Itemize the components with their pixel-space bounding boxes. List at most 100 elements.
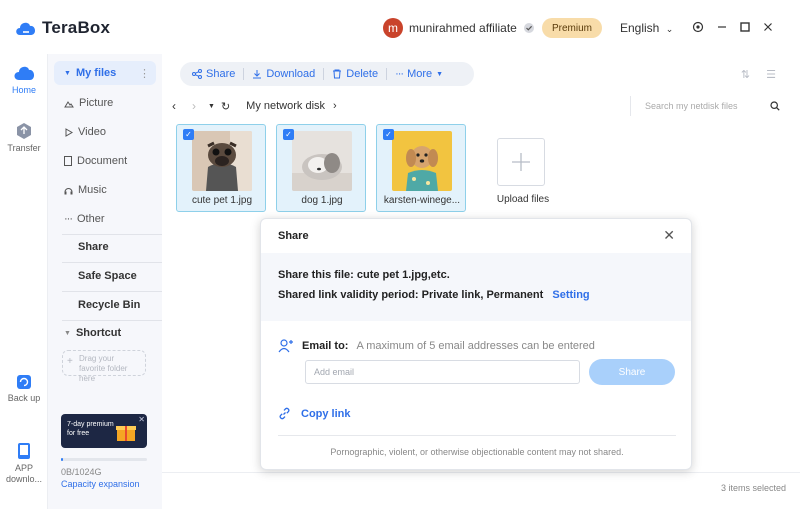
sidebar-item-other[interactable]: ··· Other — [54, 207, 156, 231]
rail-item-app-download[interactable]: APP downlo... — [0, 442, 48, 485]
divider — [386, 68, 388, 80]
email-input[interactable] — [305, 360, 580, 384]
sidebar-item-shortcut[interactable]: ▼ Shortcut — [54, 321, 156, 345]
selection-count: 3 items selected — [720, 483, 786, 493]
app-logo: TeraBox — [14, 18, 110, 38]
upload-files-button[interactable] — [497, 138, 545, 186]
view-options: ⇅ ☰ — [741, 68, 776, 81]
sidebar-item-video[interactable]: Video — [54, 120, 156, 144]
caret-down-icon: ▼ — [436, 70, 444, 78]
file-name: karsten-winege... — [383, 195, 461, 206]
search-input[interactable]: Search my netdisk files — [645, 101, 738, 111]
file-card-karsten[interactable]: ✓ karsten-winege... — [376, 124, 466, 212]
sidebar-item-picture[interactable]: Picture — [54, 91, 156, 115]
username[interactable]: munirahmed affiliate — [409, 21, 517, 35]
premium-button[interactable]: Premium — [542, 18, 602, 38]
add-user-icon — [278, 339, 293, 353]
rail-item-home[interactable]: Home — [0, 64, 48, 95]
download-label: Download — [266, 68, 316, 80]
more-label: More — [407, 68, 433, 80]
more-button[interactable]: ··· More ▼ — [395, 68, 443, 80]
divider — [323, 68, 325, 80]
link-icon — [279, 407, 290, 420]
other-icon: ··· — [64, 213, 73, 225]
close-icon[interactable]: ✕ — [663, 227, 675, 244]
status-bar: 3 items selected — [162, 472, 800, 500]
search-box[interactable]: Search my netdisk files — [630, 96, 780, 116]
avatar[interactable]: m — [383, 18, 403, 38]
refresh-icon[interactable]: ↻ — [221, 100, 230, 113]
caret-down-icon: ▼ — [64, 69, 71, 77]
sidebar-item-label: Music — [78, 184, 107, 196]
sidebar-item-my-files[interactable]: ▼ My files ⋮ — [54, 61, 156, 85]
minimize-icon[interactable] — [714, 19, 730, 35]
share-button[interactable]: Share — [192, 68, 235, 80]
title-bar: TeraBox m munirahmed affiliate Premium E… — [0, 0, 800, 54]
file-card-dog[interactable]: ✓ dog 1.jpg — [276, 124, 366, 212]
capacity-bar-fill — [61, 458, 63, 461]
file-checkbox[interactable]: ✓ — [383, 129, 394, 140]
delete-button[interactable]: Delete — [332, 68, 378, 80]
maximize-icon[interactable] — [737, 19, 753, 35]
back-arrow-icon[interactable]: ‹ — [172, 99, 176, 113]
shortcut-drop-zone[interactable]: + Drag your favorite folder here — [62, 350, 146, 383]
more-dots-icon[interactable]: ⋮ — [139, 67, 150, 80]
music-icon — [64, 187, 73, 194]
sidebar-item-share[interactable]: Share — [54, 235, 156, 259]
sidebar-item-label: Video — [78, 126, 106, 138]
user-account[interactable]: m munirahmed affiliate — [383, 18, 535, 38]
share-label: Share — [206, 68, 236, 80]
search-icon[interactable] — [770, 101, 780, 111]
email-label: Email to: — [302, 340, 349, 352]
upload-files-label: Upload files — [496, 194, 550, 205]
language-selector[interactable]: English ⌄ — [620, 21, 673, 35]
plus-icon — [512, 153, 530, 171]
file-thumbnail — [192, 131, 252, 191]
transfer-icon — [17, 123, 31, 139]
sidebar-item-label: Document — [77, 155, 128, 167]
sidebar-item-safe-space[interactable]: Safe Space — [54, 264, 156, 288]
rail-label-transfer: Transfer — [7, 143, 41, 153]
premium-promo-banner[interactable]: 7-day premium for free ✕ — [61, 414, 147, 448]
email-hint: A maximum of 5 email addresses can be en… — [356, 340, 595, 352]
share-submit-button[interactable]: Share — [589, 359, 675, 385]
document-icon — [64, 156, 72, 166]
capacity-text: 0B/1024G — [61, 467, 102, 477]
file-checkbox[interactable]: ✓ — [183, 129, 194, 140]
dialog-title: Share — [278, 230, 309, 242]
sidebar-item-label: My files — [75, 67, 117, 79]
forward-arrow-icon[interactable]: › — [192, 99, 196, 113]
validity-text: Shared link validity period: Private lin… — [278, 289, 544, 301]
setting-link[interactable]: Setting — [552, 289, 589, 301]
language-label: English — [620, 21, 660, 35]
chevron-down-icon: ⌄ — [665, 24, 674, 34]
download-button[interactable]: Download — [252, 68, 315, 80]
file-card-cute-pet[interactable]: ✓ cute pet 1.jpg — [176, 124, 266, 212]
list-view-icon[interactable]: ☰ — [766, 68, 776, 81]
close-icon[interactable]: ✕ — [138, 415, 145, 424]
rail-item-transfer[interactable]: Transfer — [0, 122, 48, 153]
validity-text-row: Shared link validity period: Private lin… — [278, 289, 590, 301]
file-thumbnail — [392, 131, 452, 191]
breadcrumb[interactable]: My network disk — [246, 100, 325, 112]
sidebar-item-recycle-bin[interactable]: Recycle Bin — [54, 293, 156, 317]
backup-icon — [17, 375, 31, 389]
sidebar-item-document[interactable]: Document — [54, 149, 156, 173]
chevron-right-icon[interactable]: › — [333, 100, 337, 112]
close-window-icon[interactable] — [760, 19, 776, 35]
copy-link-button[interactable]: Copy link — [278, 407, 351, 420]
sidebar: ▼ My files ⋮ Picture Video Document Musi… — [48, 54, 192, 509]
file-checkbox[interactable]: ✓ — [283, 129, 294, 140]
sort-icon[interactable]: ⇅ — [741, 68, 750, 81]
share-info-panel: Share this file: cute pet 1.jpg,etc. Sha… — [261, 253, 691, 321]
share-dialog: Share ✕ Share this file: cute pet 1.jpg,… — [260, 218, 692, 470]
sidebar-item-label: Other — [77, 213, 105, 225]
sidebar-item-music[interactable]: Music — [54, 178, 156, 202]
settings-icon[interactable] — [690, 19, 706, 35]
rail-item-backup[interactable]: Back up — [0, 374, 48, 403]
capacity-expansion-link[interactable]: Capacity expansion — [61, 479, 140, 489]
picture-icon — [64, 100, 74, 107]
terabox-logo-icon — [16, 22, 36, 35]
history-dropdown-icon[interactable]: ▼ — [208, 103, 215, 110]
email-row: Email to: A maximum of 5 email addresses… — [278, 339, 595, 353]
